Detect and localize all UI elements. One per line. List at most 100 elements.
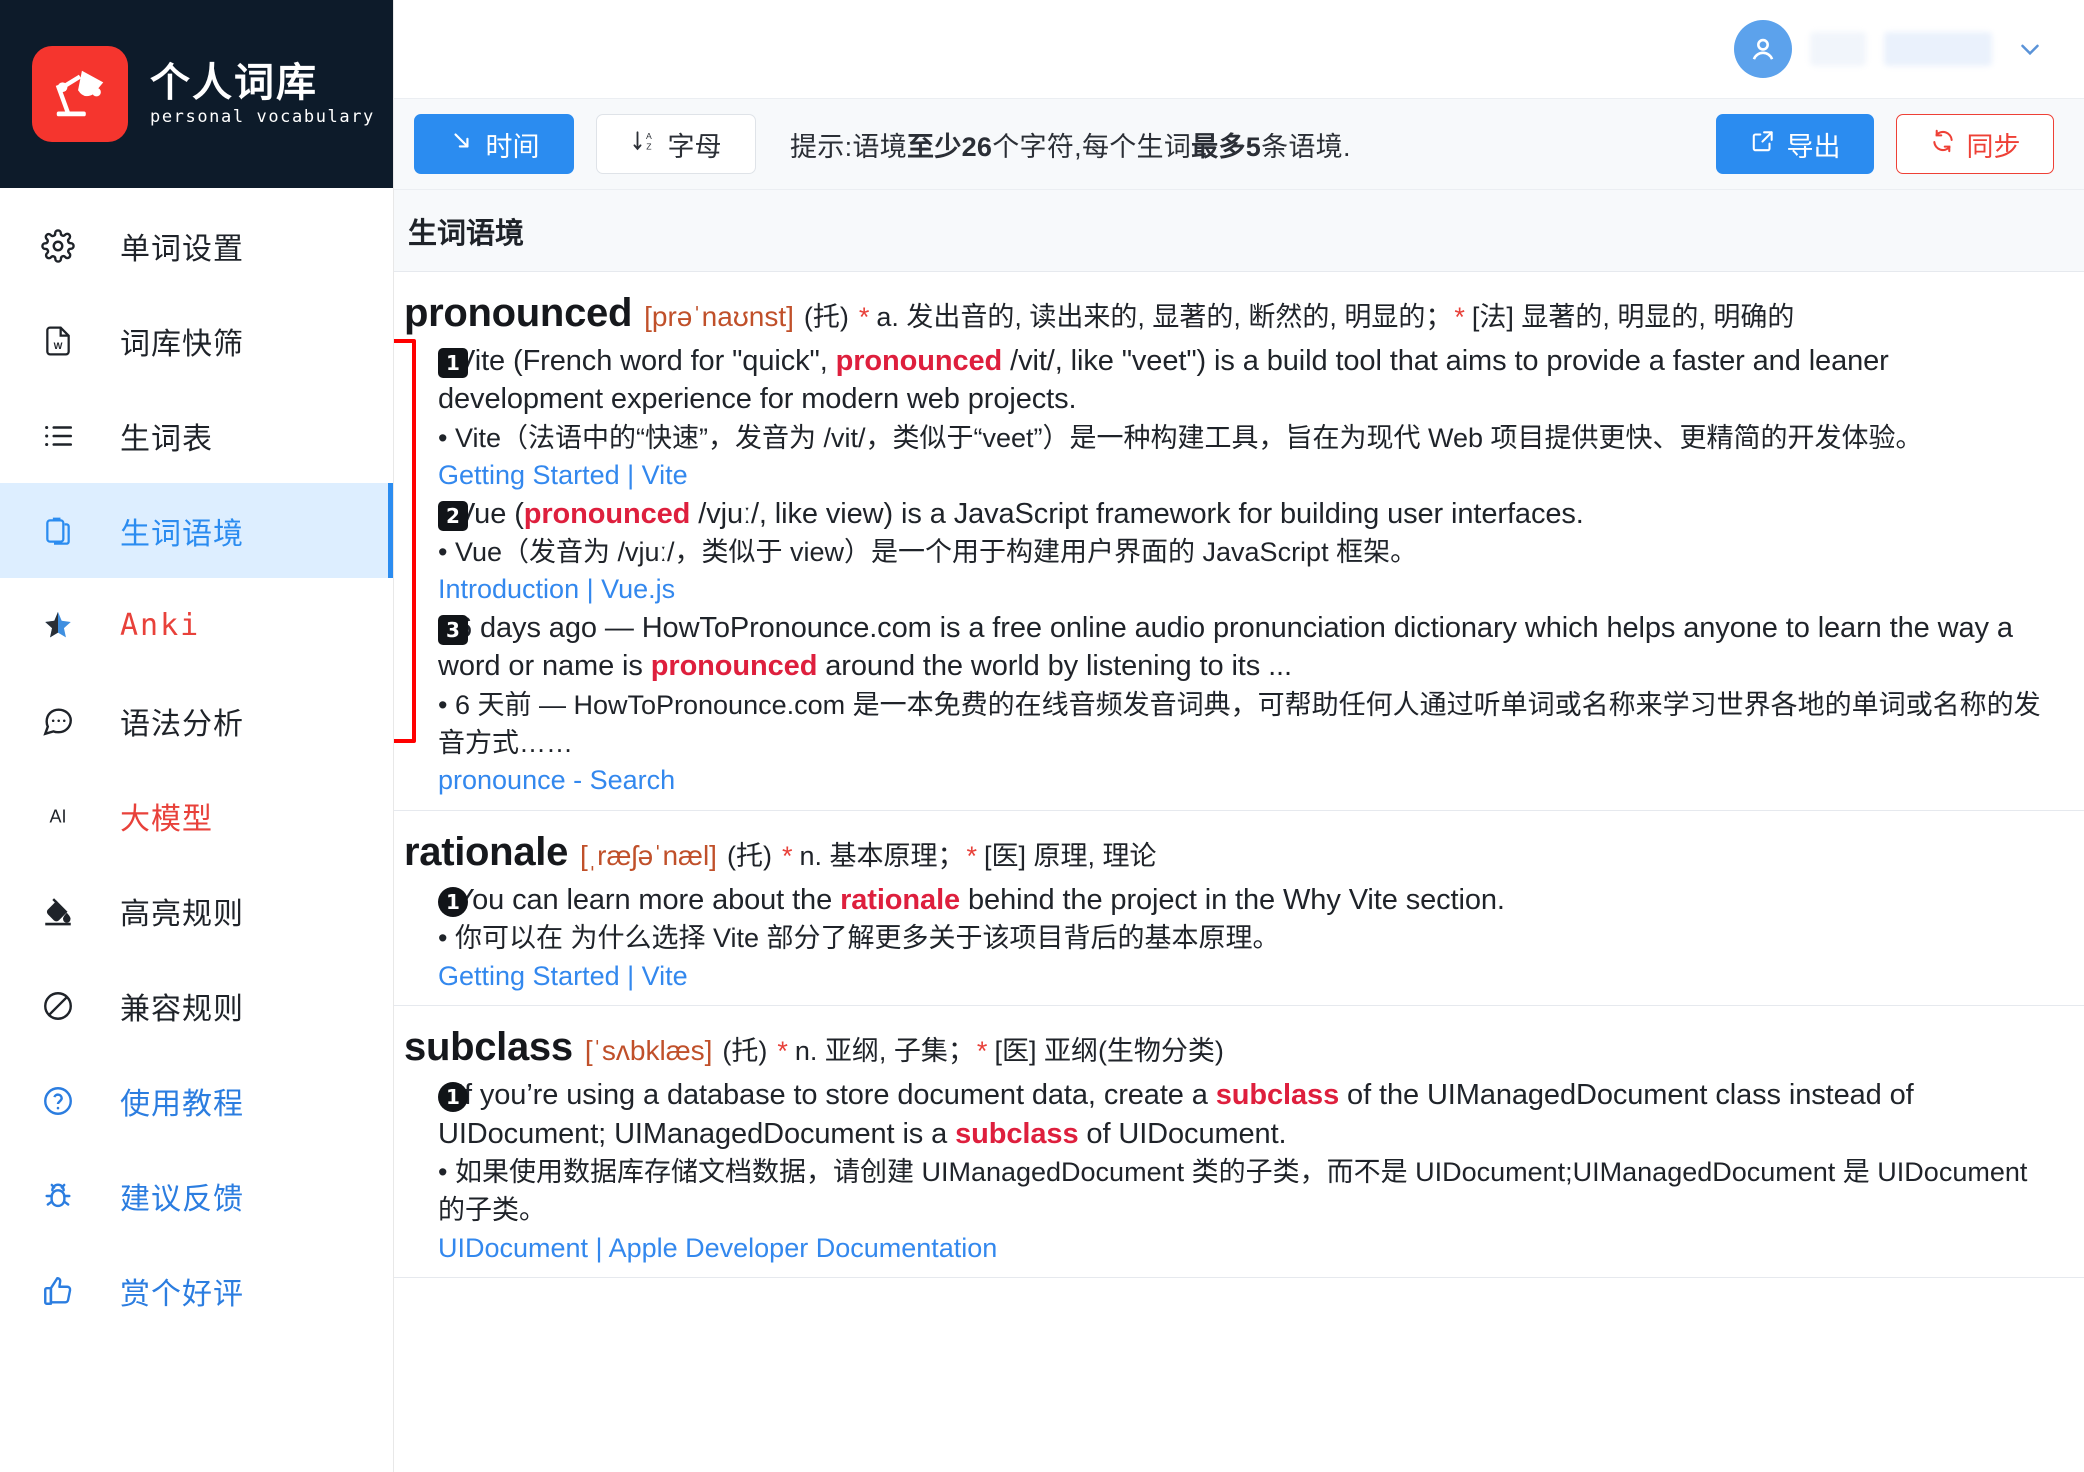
- context-en-pre: • If you’re using a database to store do…: [438, 1079, 1216, 1112]
- sidebar-item-label: 生词语境: [120, 517, 244, 551]
- context-en-post: around the world by listening to its ...: [817, 650, 1292, 683]
- context-hint-text: 提示:语境至少26个字符,每个生词最多5条语境.: [790, 125, 1351, 164]
- context-item: 2 • Vue (pronounced /vjuː/, like view) i…: [438, 495, 2056, 609]
- context-chinese: • Vue（发音为 /vjuː/，类似于 view）是一个用于构建用户界面的 J…: [438, 536, 1418, 567]
- paint-bucket-icon: [38, 891, 78, 931]
- question-circle-icon: [38, 1081, 78, 1121]
- sidebar-item-label: 高亮规则: [120, 897, 244, 931]
- context-source-link[interactable]: Getting Started | Vite: [438, 457, 2056, 495]
- chevron-down-icon[interactable]: [2010, 29, 2050, 69]
- sidebar-item-rate-us[interactable]: 赏个好评: [0, 1243, 393, 1338]
- sort-by-time-button[interactable]: 时间: [414, 114, 574, 174]
- sidebar-item-tutorial[interactable]: 使用教程: [0, 1053, 393, 1148]
- hint-mid: 个字符,每个生词: [992, 131, 1192, 162]
- context-english: • Vite (French word for "quick", pronoun…: [438, 342, 2056, 419]
- sort-alpha-icon: A Z: [631, 128, 657, 161]
- entry-word: pronounced: [404, 291, 633, 335]
- entry-header: pronounced [prəˈnaʊnst] (托) * a. 发出音的, 读…: [404, 288, 2056, 338]
- context-en-pre: • You can learn more about the: [438, 884, 841, 917]
- sidebar-item-label: 单词设置: [120, 232, 244, 266]
- ban-icon: [38, 986, 78, 1026]
- hint-suffix: 条语境.: [1261, 131, 1351, 162]
- external-link-icon: [1750, 128, 1776, 161]
- highlighted-word: subclass: [955, 1117, 1079, 1150]
- context-en-post: behind the project in the Why Vite secti…: [960, 884, 1505, 917]
- context-chinese: • 6 天前 — HowToPronounce.com 是一本免费的在线音频发音…: [438, 689, 2041, 758]
- entry-phonetic: [ˈsʌbklæs]: [584, 1035, 713, 1067]
- anki-star-icon: [38, 606, 78, 646]
- sidebar-item-anki[interactable]: Anki: [0, 578, 393, 673]
- sidebar-item-highlight-rules[interactable]: 高亮规则: [0, 863, 393, 958]
- sidebar-item-quick-filter[interactable]: W 词库快筛: [0, 293, 393, 388]
- entry-definition-2: [法] 显著的, 明显的, 明确的: [1471, 302, 1795, 332]
- vocabulary-entry: pronounced [prəˈnaʊnst] (托) * a. 发出音的, 读…: [394, 272, 2084, 812]
- sort-by-time-label: 时间: [485, 131, 540, 162]
- sidebar-item-label: 语法分析: [120, 707, 244, 741]
- context-item: 1 • Vite (French word for "quick", prono…: [438, 342, 2056, 495]
- context-item: 1 • You can learn more about the rationa…: [438, 881, 2056, 995]
- context-english: • 6 days ago — HowToPronounce.com is a f…: [438, 609, 2056, 686]
- context-item: 3 • 6 days ago — HowToPronounce.com is a…: [438, 609, 2056, 800]
- context-source-link[interactable]: pronounce - Search: [438, 762, 2056, 800]
- arrow-down-right-icon: [449, 128, 475, 161]
- sidebar: 个人词库 personal vocabulary 单词设置 W 词库快筛 生词表…: [0, 0, 394, 1472]
- sidebar-item-compat-rules[interactable]: 兼容规则: [0, 958, 393, 1053]
- refresh-icon: [1930, 128, 1956, 161]
- entry-definition-1: a. 发出音的, 读出来的, 显著的, 断然的, 明显的；: [876, 302, 1453, 332]
- context-source-link[interactable]: Getting Started | Vite: [438, 958, 2056, 996]
- highlighted-word: pronounced: [835, 345, 1003, 377]
- entry-pos-tag: (托): [722, 1036, 768, 1067]
- context-source-link[interactable]: Introduction | Vue.js: [438, 571, 2056, 609]
- entry-pos-tag: (托): [803, 302, 849, 332]
- entry-word: rationale: [404, 830, 569, 875]
- sidebar-item-label: 兼容规则: [120, 992, 244, 1026]
- definition-marker: *: [781, 841, 793, 872]
- context-english: • If you’re using a database to store do…: [438, 1076, 2056, 1153]
- top-bar: [394, 0, 2084, 98]
- context-number-badge: 1: [438, 887, 468, 918]
- hint-bold-max: 最多5: [1191, 131, 1262, 162]
- sidebar-nav: 单词设置 W 词库快筛 生词表 生词语境 Anki 语法分析 AI 大模型 高亮…: [0, 188, 393, 1338]
- app-root: 个人词库 personal vocabulary 单词设置 W 词库快筛 生词表…: [0, 0, 2084, 1472]
- highlighted-word: subclass: [1215, 1079, 1340, 1112]
- section-header: 生词语境: [394, 190, 2084, 272]
- sidebar-item-label: 建议反馈: [120, 1182, 244, 1216]
- sidebar-item-llm[interactable]: AI 大模型: [0, 768, 393, 863]
- context-number-badge: 3: [438, 615, 468, 646]
- context-list: 1 • You can learn more about the rationa…: [404, 881, 2056, 995]
- svg-text:Z: Z: [646, 141, 652, 151]
- sidebar-item-label: 使用教程: [120, 1087, 244, 1121]
- sidebar-item-word-context[interactable]: 生词语境: [0, 483, 393, 578]
- context-chinese: • Vite（法语中的“快速”，发音为 /vit/，类似于“veet”）是一种构…: [438, 422, 1923, 453]
- sidebar-item-label: 赏个好评: [120, 1277, 244, 1311]
- export-button[interactable]: 导出: [1716, 114, 1874, 174]
- entry-list[interactable]: pronounced [prəˈnaʊnst] (托) * a. 发出音的, 读…: [394, 272, 2084, 1472]
- sidebar-item-label: 生词表: [120, 422, 213, 456]
- chat-dots-icon: [38, 701, 78, 741]
- sidebar-item-feedback[interactable]: 建议反馈: [0, 1148, 393, 1243]
- svg-text:AI: AI: [49, 806, 66, 826]
- sidebar-item-word-settings[interactable]: 单词设置: [0, 198, 393, 293]
- context-english: • Vue (pronounced /vjuː/, like view) is …: [438, 495, 2056, 533]
- definition-marker: *: [966, 841, 977, 872]
- sidebar-item-label: 大模型: [120, 802, 213, 836]
- toolbar: 时间 A Z 字母 提示:语境至少26个字符,每个生词最多5条语境. 导出 同步: [394, 98, 2084, 190]
- entry-definition-1: n. 亚纲, 子集；: [794, 1036, 975, 1067]
- definition-marker: *: [777, 1036, 788, 1067]
- context-source-link[interactable]: UIDocument | Apple Developer Documentati…: [438, 1230, 2056, 1268]
- entry-word: subclass: [404, 1025, 573, 1070]
- bug-icon: [38, 1176, 78, 1216]
- sort-by-alpha-label: 字母: [667, 131, 722, 162]
- sidebar-item-label: Anki: [120, 608, 201, 643]
- ai-text-icon: AI: [38, 796, 78, 836]
- sidebar-item-grammar-analysis[interactable]: 语法分析: [0, 673, 393, 768]
- user-avatar-icon[interactable]: [1734, 20, 1792, 78]
- vocabulary-entry: subclass [ˈsʌbklæs] (托) * n. 亚纲, 子集； * […: [394, 1006, 2084, 1279]
- sort-by-alpha-button[interactable]: A Z 字母: [596, 114, 756, 174]
- entry-phonetic: [prəˈnaʊnst]: [644, 301, 794, 332]
- sync-button[interactable]: 同步: [1896, 114, 2054, 174]
- account-info-redacted: [1884, 32, 1992, 66]
- hint-prefix: 提示:语境: [790, 131, 908, 162]
- entry-phonetic: [ˌræʃəˈnæl]: [580, 840, 717, 872]
- sidebar-item-wordlist[interactable]: 生词表: [0, 388, 393, 483]
